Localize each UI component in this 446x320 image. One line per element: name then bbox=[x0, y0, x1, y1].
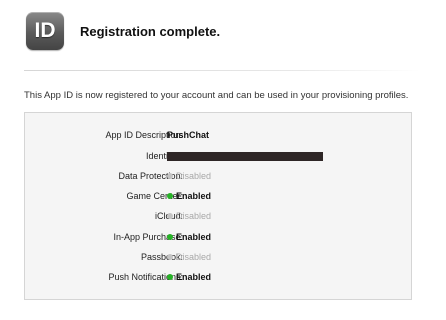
detail-row-description: App ID Description: PushChat bbox=[25, 125, 413, 145]
service-status-text: Disabled bbox=[176, 251, 212, 262]
service-status-text: Disabled bbox=[176, 171, 212, 181]
service-status-text: Enabled bbox=[176, 191, 212, 202]
app-id-icon-text: ID bbox=[34, 19, 56, 42]
registration-message: This App ID is now registered to your ac… bbox=[24, 90, 409, 101]
service-row: Data Protection: Disabled bbox=[25, 166, 413, 186]
service-status: Enabled bbox=[167, 227, 211, 247]
service-row: In-App Purchase: Enabled bbox=[25, 227, 413, 247]
identifier-redaction-bar bbox=[167, 152, 323, 161]
service-row: Game Center: Enabled bbox=[25, 186, 413, 206]
service-status: Disabled bbox=[167, 206, 211, 226]
service-status: Disabled bbox=[167, 247, 211, 267]
divider bbox=[24, 70, 420, 71]
app-id-icon: ID bbox=[26, 12, 64, 50]
detail-row-identifier: Identifier: bbox=[25, 146, 413, 166]
service-status: Enabled bbox=[167, 267, 211, 287]
enabled-dot-icon bbox=[167, 233, 173, 240]
service-status: Enabled bbox=[167, 186, 211, 206]
service-status-text: Enabled bbox=[176, 231, 212, 242]
disabled-dot-icon bbox=[167, 253, 173, 260]
header: ID Registration complete. bbox=[0, 0, 446, 70]
details-panel: App ID Description: PushChat Identifier:… bbox=[24, 112, 412, 300]
service-status-text: Disabled bbox=[176, 211, 212, 222]
service-row: Passbook: Disabled bbox=[25, 247, 413, 267]
disabled-dot-icon bbox=[167, 213, 173, 220]
service-row: Push Notifications: Enabled bbox=[25, 267, 413, 287]
description-value: PushChat bbox=[167, 130, 210, 140]
enabled-dot-icon bbox=[167, 274, 173, 280]
page-title: Registration complete. bbox=[80, 24, 221, 39]
service-row: iCloud:Disabled bbox=[25, 206, 413, 226]
enabled-dot-icon bbox=[167, 193, 173, 200]
disabled-dot-icon bbox=[167, 173, 173, 179]
service-status: Disabled bbox=[167, 166, 211, 186]
service-status-text: Enabled bbox=[176, 272, 212, 282]
